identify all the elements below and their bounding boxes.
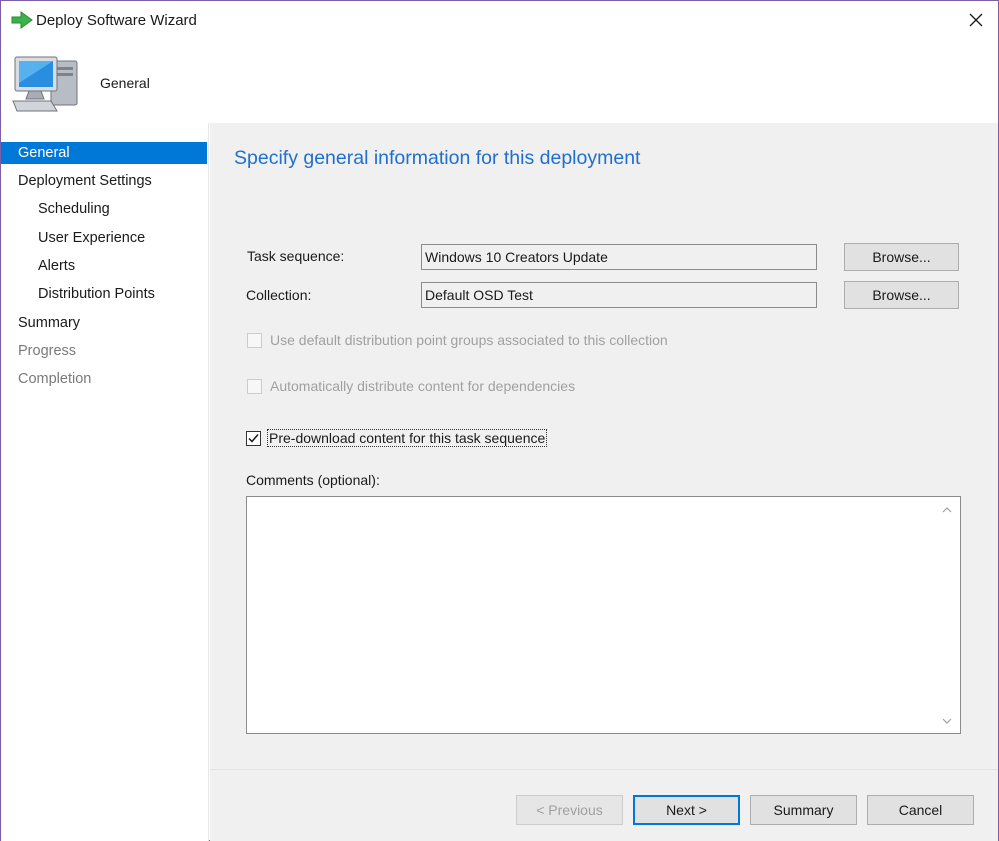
cancel-button[interactable]: Cancel <box>867 795 974 825</box>
pre-download-checkbox[interactable] <box>246 430 261 446</box>
close-button[interactable] <box>953 1 999 39</box>
title-bar: Deploy Software Wizard <box>1 1 998 41</box>
wizard-window: Deploy Software Wizard General General D… <box>0 0 999 841</box>
collection-label: Collection: <box>246 287 312 303</box>
default-dp-groups-checkbox <box>247 332 262 348</box>
green-arrow-icon <box>11 11 33 29</box>
sidebar-item-distribution-points[interactable]: Distribution Points <box>1 283 207 305</box>
window-title: Deploy Software Wizard <box>36 12 197 29</box>
pre-download-option[interactable]: Pre-download content for this task seque… <box>246 429 548 447</box>
sidebar-item-scheduling[interactable]: Scheduling <box>1 198 207 220</box>
summary-button[interactable]: Summary <box>750 795 857 825</box>
collection-field[interactable]: Default OSD Test <box>421 282 817 308</box>
checkmark-icon <box>248 433 259 443</box>
scroll-up-arrow[interactable] <box>941 504 953 516</box>
task-sequence-field[interactable]: Windows 10 Creators Update <box>421 244 817 270</box>
computer-icon <box>12 56 78 112</box>
wizard-sidebar: General Deployment Settings Scheduling U… <box>1 123 209 841</box>
chevron-up-icon <box>942 507 952 513</box>
pre-download-label[interactable]: Pre-download content for this task seque… <box>267 429 548 447</box>
sidebar-item-general[interactable]: General <box>1 142 207 164</box>
header-title: General <box>100 75 150 91</box>
sidebar-item-progress: Progress <box>18 343 77 359</box>
main-panel: Specify general information for this dep… <box>210 123 998 769</box>
wizard-footer: < Previous Next > Summary Cancel <box>210 769 998 841</box>
default-dp-groups-label: Use default distribution point groups as… <box>270 332 668 348</box>
sidebar-item-user-experience[interactable]: User Experience <box>1 227 207 249</box>
collection-browse-button[interactable]: Browse... <box>844 281 959 309</box>
sidebar-item-completion: Completion <box>18 371 92 387</box>
previous-button: < Previous <box>516 795 623 825</box>
auto-distribute-label: Automatically distribute content for dep… <box>270 378 576 394</box>
sidebar-item-alerts[interactable]: Alerts <box>1 255 207 277</box>
wizard-header: General <box>1 41 998 123</box>
task-sequence-browse-button[interactable]: Browse... <box>844 243 959 271</box>
page-title: Specify general information for this dep… <box>234 147 641 169</box>
sidebar-item-summary[interactable]: Summary <box>1 312 207 334</box>
task-sequence-label: Task sequence: <box>247 248 345 264</box>
sidebar-item-deployment-settings[interactable]: Deployment Settings <box>1 170 207 192</box>
scroll-down-arrow[interactable] <box>941 715 953 727</box>
close-icon <box>969 13 983 27</box>
comments-textarea[interactable] <box>246 496 961 734</box>
default-dp-groups-option: Use default distribution point groups as… <box>247 332 668 348</box>
auto-distribute-option: Automatically distribute content for dep… <box>247 378 575 394</box>
auto-distribute-checkbox <box>247 378 262 394</box>
chevron-down-icon <box>942 718 952 724</box>
next-button[interactable]: Next > <box>633 795 740 825</box>
comments-label: Comments (optional): <box>246 472 380 488</box>
